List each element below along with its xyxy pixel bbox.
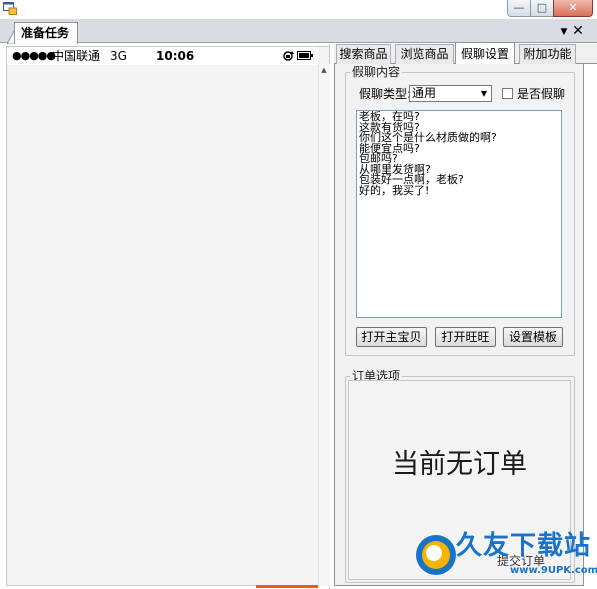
enable-fake-chat-checkbox[interactable]	[502, 88, 513, 99]
watermark-url: www.9UPK.com	[510, 565, 597, 576]
document-tab-prepare-task[interactable]: 准备任务	[14, 22, 78, 44]
app-icon	[3, 2, 17, 15]
tab-fake-chat-settings[interactable]: 假聊设置	[455, 42, 515, 65]
open-main-item-button[interactable]: 打开主宝贝	[356, 327, 427, 347]
battery-icon	[297, 51, 313, 60]
enable-fake-chat-label: 是否假聊	[517, 87, 566, 101]
close-document-icon[interactable]: ✕	[571, 23, 585, 39]
watermark-logo-icon	[416, 535, 456, 575]
phone-bottom-accent	[256, 585, 318, 588]
set-template-button[interactable]: 设置模板	[503, 327, 563, 347]
signal-strength-icon: ●●●●●	[12, 49, 56, 62]
tab-search-products[interactable]: 搜索商品	[336, 44, 391, 64]
no-order-message: 当前无订单	[392, 449, 527, 480]
tab-browse-products[interactable]: 浏览商品	[395, 44, 454, 64]
phone-clock: 10:06	[156, 49, 195, 63]
network-type: 3G	[110, 49, 127, 63]
carrier-name: 中国联通	[52, 49, 101, 63]
chat-type-label: 假聊类型:	[359, 87, 412, 101]
chevron-down-icon[interactable]: ▼	[477, 86, 491, 101]
document-tab-strip	[0, 19, 597, 43]
minimize-button[interactable]: —	[507, 0, 531, 17]
scroll-up-arrow-icon[interactable]: ▲	[320, 66, 328, 74]
phone-screen[interactable]	[6, 46, 330, 586]
close-window-button[interactable]: ✕	[553, 0, 593, 17]
tab-extra-features[interactable]: 附加功能	[519, 44, 576, 64]
fake-chat-group-title: 假聊内容	[350, 65, 403, 79]
open-wangwang-button[interactable]: 打开旺旺	[435, 327, 496, 347]
tab-list-dropdown-icon[interactable]: ▼	[558, 26, 570, 38]
watermark-brand: 久友下载站	[456, 531, 592, 561]
chat-content-textarea[interactable]: 老板，在吗? 这款有货吗? 你们这个是什么材质做的啊? 能便宜点吗? 包邮吗? …	[356, 110, 562, 318]
maximize-button[interactable]: □	[530, 0, 554, 17]
phone-scrollbar[interactable]	[318, 64, 330, 586]
rotation-lock-icon	[283, 51, 294, 61]
